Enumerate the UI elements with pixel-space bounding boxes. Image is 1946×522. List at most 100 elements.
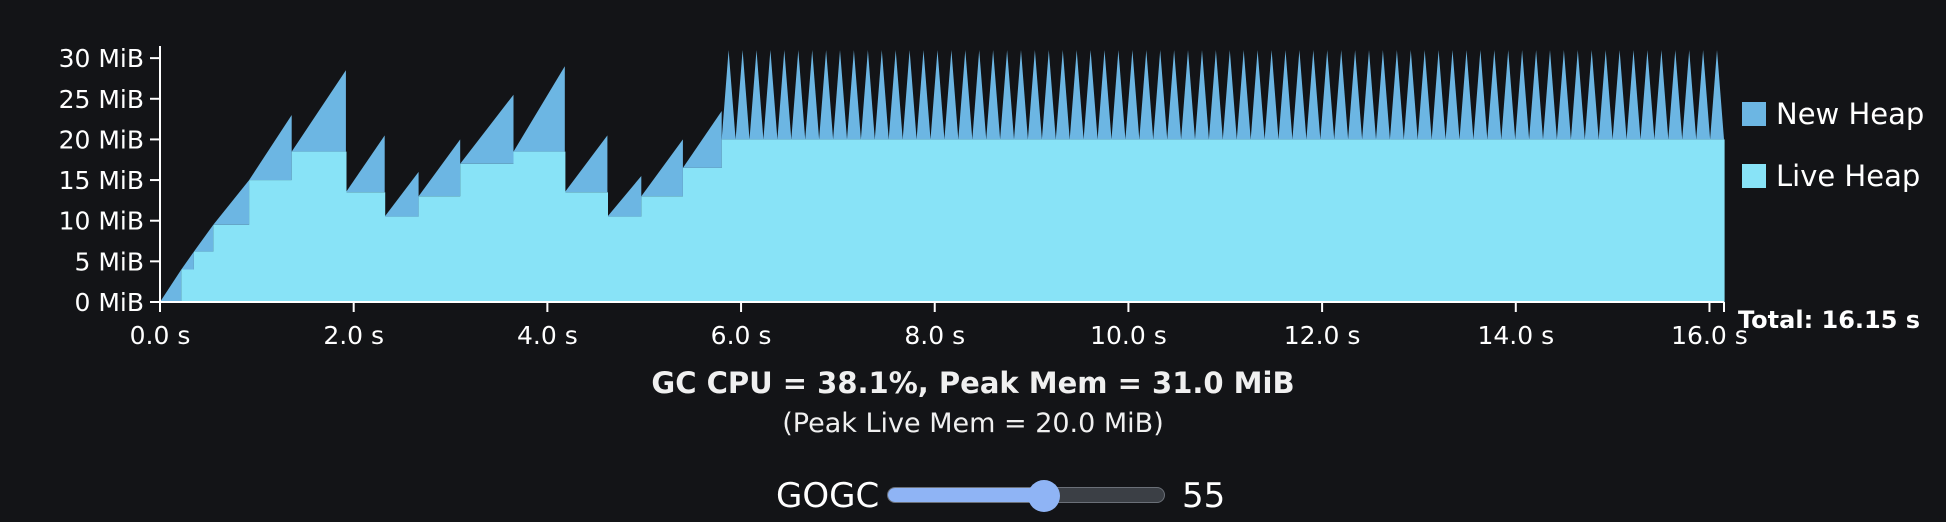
x-tick-label: 16.0 s bbox=[1671, 321, 1748, 350]
new-heap-cycle-62 bbox=[1376, 50, 1390, 140]
live-heap-segment-34 bbox=[986, 139, 1001, 302]
new-heap-cycle-60 bbox=[1348, 50, 1363, 140]
new-heap-cycle-77 bbox=[1584, 50, 1599, 140]
new-heap-cycle-34 bbox=[986, 50, 1001, 140]
new-heap-cycle-55 bbox=[1278, 50, 1293, 140]
live-heap-segment-3 bbox=[213, 224, 250, 302]
live-heap-segment-38 bbox=[1041, 139, 1057, 302]
heap-chart: 0 MiB 5 MiB 10 MiB 15 MiB 20 MiB 25 MiB 30 MiB… bbox=[59, 44, 1925, 350]
new-heap-cycle-22 bbox=[819, 50, 834, 140]
live-heap-segment-73 bbox=[1529, 139, 1544, 302]
new-heap-cycle-14 bbox=[682, 111, 722, 168]
new-heap-cycle-53 bbox=[1250, 50, 1265, 140]
new-heap-cycle-50 bbox=[1208, 50, 1223, 140]
x-tick-label: 8.0 s bbox=[904, 321, 965, 350]
gogc-slider[interactable] bbox=[887, 480, 1165, 512]
live-heap-segment-55 bbox=[1278, 139, 1293, 302]
new-heap-cycle-13 bbox=[641, 139, 683, 197]
new-heap-cycle-1 bbox=[181, 251, 194, 270]
live-heap-segment-41 bbox=[1083, 139, 1099, 302]
x-tick-label: 4.0 s bbox=[517, 321, 578, 350]
live-heap-segment-60 bbox=[1348, 139, 1363, 302]
new-heap-cycle-48 bbox=[1181, 50, 1195, 140]
live-heap-segment-9 bbox=[460, 163, 515, 302]
x-tick-label: 0.0 s bbox=[130, 321, 191, 350]
live-heap-segment-70 bbox=[1487, 139, 1502, 302]
gc-summary: GC CPU = 38.1%, Peak Mem = 31.0 MiB bbox=[651, 366, 1295, 400]
new-heap-cycle-15 bbox=[721, 50, 736, 140]
live-heap-segment-2 bbox=[193, 251, 214, 302]
live-heap-segment-32 bbox=[958, 139, 973, 302]
live-heap-segment-74 bbox=[1543, 139, 1558, 302]
y-tick-label: 25 MiB bbox=[59, 85, 144, 114]
y-tick-label: 10 MiB bbox=[59, 207, 144, 236]
gogc-slider-thumb[interactable] bbox=[1027, 480, 1060, 512]
new-heap-cycle-47 bbox=[1167, 50, 1182, 140]
live-heap-segment-1 bbox=[181, 269, 195, 302]
live-heap-segment-83 bbox=[1668, 139, 1683, 302]
live-heap-segment-17 bbox=[749, 139, 764, 302]
new-heap-cycle-10 bbox=[513, 66, 565, 152]
live-heap-segment-62 bbox=[1376, 139, 1391, 302]
y-tick-label: 20 MiB bbox=[59, 125, 144, 154]
live-heap-segment-71 bbox=[1501, 139, 1516, 302]
new-heap-cycle-28 bbox=[902, 50, 917, 140]
live-heap-segment-36 bbox=[1014, 139, 1029, 302]
live-heap-segment-24 bbox=[847, 139, 862, 302]
new-heap-cycle-3 bbox=[213, 180, 250, 225]
live-heap-segment-25 bbox=[860, 139, 876, 302]
y-tick-label: 15 MiB bbox=[59, 166, 144, 195]
new-heap-cycle-79 bbox=[1612, 50, 1627, 140]
live-heap-segment-65 bbox=[1417, 139, 1433, 302]
new-heap-cycle-27 bbox=[888, 50, 903, 140]
live-heap-segment-61 bbox=[1362, 139, 1377, 302]
new-heap-cycle-42 bbox=[1097, 50, 1112, 140]
x-tick-label: 10.0 s bbox=[1090, 321, 1167, 350]
live-heap-segment-47 bbox=[1167, 139, 1182, 302]
new-heap-cycle-84 bbox=[1682, 50, 1697, 140]
live-heap-segment-56 bbox=[1292, 139, 1307, 302]
heap-area-layer bbox=[160, 50, 1725, 302]
new-heap-cycle-41 bbox=[1083, 50, 1098, 140]
live-heap-segment-68 bbox=[1459, 139, 1474, 302]
new-heap-cycle-23 bbox=[833, 50, 847, 140]
live-heap-segment-78 bbox=[1598, 139, 1614, 302]
new-heap-cycle-4 bbox=[249, 115, 292, 181]
legend-swatch-live-heap bbox=[1742, 164, 1766, 188]
live-heap-segment-43 bbox=[1111, 139, 1126, 302]
live-heap-segment-31 bbox=[944, 139, 959, 302]
live-heap-segment-28 bbox=[902, 139, 918, 302]
live-heap-segment-19 bbox=[777, 139, 792, 302]
new-heap-cycle-73 bbox=[1529, 50, 1543, 140]
new-heap-cycle-86 bbox=[1710, 50, 1724, 140]
gogc-label: GOGC bbox=[776, 476, 880, 516]
new-heap-cycle-21 bbox=[805, 50, 820, 140]
new-heap-cycle-78 bbox=[1598, 50, 1613, 140]
live-heap-segment-81 bbox=[1640, 139, 1655, 302]
live-heap-segment-51 bbox=[1222, 139, 1238, 302]
gogc-control: GOGC 55 bbox=[0, 474, 1946, 520]
live-heap-segment-22 bbox=[819, 139, 834, 302]
x-tick-label: 6.0 s bbox=[711, 321, 772, 350]
new-heap-cycle-66 bbox=[1431, 50, 1446, 140]
new-heap-cycle-8 bbox=[418, 139, 461, 197]
gogc-value: 55 bbox=[1182, 476, 1226, 516]
live-heap-segment-69 bbox=[1473, 139, 1488, 302]
new-heap-cycle-44 bbox=[1125, 50, 1140, 140]
legend-label: Live Heap bbox=[1776, 159, 1920, 193]
live-heap-segment-26 bbox=[874, 139, 890, 302]
new-heap-cycle-74 bbox=[1543, 50, 1557, 140]
new-heap-cycle-24 bbox=[847, 50, 861, 140]
live-heap-segment-35 bbox=[1000, 139, 1015, 302]
new-heap-cycle-54 bbox=[1264, 50, 1279, 140]
live-heap-segment-27 bbox=[888, 139, 904, 302]
legend-label: New Heap bbox=[1776, 97, 1924, 131]
new-heap-cycle-63 bbox=[1389, 50, 1404, 140]
gogc-slider-fill bbox=[888, 488, 1044, 502]
new-heap-cycle-61 bbox=[1362, 50, 1376, 140]
live-heap-segment-12 bbox=[607, 216, 642, 302]
new-heap-cycle-2 bbox=[193, 224, 214, 252]
new-heap-cycle-9 bbox=[460, 94, 514, 164]
new-heap-cycle-35 bbox=[1000, 50, 1014, 140]
new-heap-cycle-59 bbox=[1334, 50, 1349, 140]
